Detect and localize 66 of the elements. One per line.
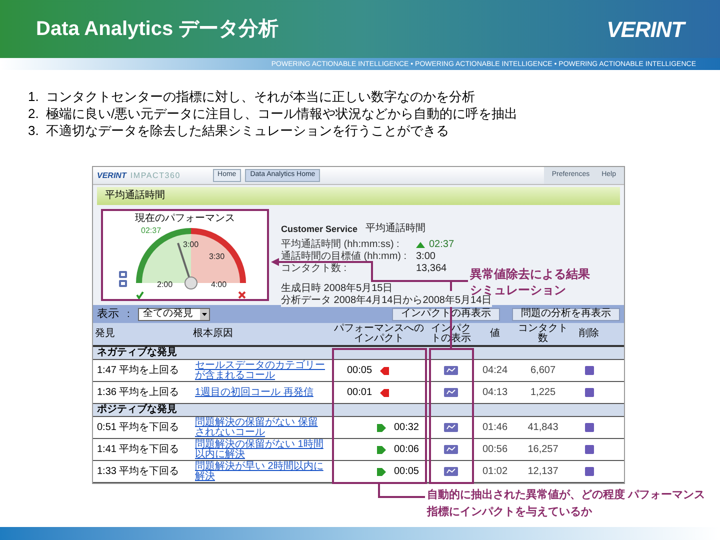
table-cell-text: 1:33 平均を下回る	[96, 466, 180, 476]
annotation-text: 自動的に抽出された異常値が、どの程度 パフォーマンス指標にインパクトを与えているか	[427, 488, 706, 520]
cause-link[interactable]: 1週目の初回コール 再発信	[195, 388, 327, 398]
filter-dropdown[interactable]: 全ての発見	[138, 308, 210, 320]
filter-label: 表示	[97, 306, 119, 322]
metric-label: 平均通話時間 (hh:mm:ss) :	[281, 239, 400, 250]
table-cell-text: 1:41 平均を下回る	[96, 444, 180, 454]
table-cell-text: 41,843	[526, 422, 560, 432]
metric-value: 13,364	[416, 263, 447, 275]
summary-heading: Customer Service	[281, 223, 358, 235]
table-cell-text: 00:56	[481, 444, 509, 454]
group-heading: ポジティブな発見	[96, 405, 178, 415]
dropdown-value: 全ての発見	[142, 309, 193, 319]
bullet-text: コンタクトセンターの指標に対し、それが本当に正しい数字なのかを分析	[46, 88, 475, 105]
summary-subheading: 平均通話時間	[366, 223, 426, 235]
list-number: 2.	[28, 105, 40, 122]
gauge-label: 3:30	[209, 252, 225, 261]
metric-label: コンタクト数 :	[281, 263, 348, 275]
app-logo: VERINT	[97, 170, 126, 182]
gauge-title: 現在のパフォーマンス	[135, 212, 235, 225]
column-header: 発見	[94, 329, 116, 339]
cause-link[interactable]: セールスデータのカテゴリーが含まれるコール	[195, 360, 327, 380]
table-cell-text: 1,225	[529, 388, 557, 398]
table-cell-text: 01:02	[481, 466, 509, 476]
impact-value: 00:05	[394, 466, 419, 476]
gauge-label: 4:00	[211, 280, 227, 289]
table-cell-text: 04:24	[481, 366, 509, 376]
impact-value: 00:01	[347, 388, 372, 398]
impact-value: 00:05	[347, 366, 372, 376]
table-cell-text: 0:51 平均を下回る	[96, 422, 180, 432]
impact-value: 00:32	[394, 422, 419, 432]
column-header: 削除	[578, 329, 600, 339]
brand-logo: VERINT	[606, 16, 684, 44]
gauge-label: 02:37	[141, 226, 162, 235]
group-heading: ネガティブな発見	[96, 348, 178, 358]
column-header: パフォーマンスへのインパクト	[333, 324, 425, 344]
table-cell-text: 6,607	[529, 366, 557, 376]
slide-title: Data Analytics データ分析	[36, 17, 279, 42]
gauge-label: 3:00	[183, 240, 199, 249]
metric-value: 3:00	[416, 251, 436, 263]
column-header: コンタクト数	[517, 324, 569, 344]
impact-value: 00:06	[394, 444, 419, 454]
page-title-bar: 平均通話時間	[97, 187, 620, 205]
toolbar-button[interactable]: 問題の分析を再表示	[512, 308, 620, 320]
generated-date: 生成日時 2008年5月15日	[281, 283, 393, 294]
list-number: 1.	[28, 88, 40, 105]
bullet-text: 極端に良い/悪い元データに注目し、コール情報や状況などから自動的に呼を抽出	[46, 105, 518, 122]
product-name: IMPACT360	[130, 170, 181, 182]
cause-link[interactable]: 問題解決が早い 2時間以内に解決	[195, 462, 327, 482]
filter-separator: :	[127, 308, 130, 322]
table-cell-text: 1:47 平均を上回る	[96, 366, 180, 376]
table-cell-text: 01:46	[481, 422, 509, 432]
table-cell-text: 04:13	[481, 388, 509, 398]
column-header: 値	[489, 329, 501, 339]
table-cell-text: 16,257	[526, 444, 560, 454]
bullet-text: 不適切なデータを除去した結果シミュレーションを行うことができる	[46, 122, 449, 139]
list-number: 3.	[28, 122, 40, 139]
analysis-period: 分析データ 2008年4月14日から2008年5月14日	[281, 295, 492, 307]
metric-label: 通話時間の目標値 (hh:mm) :	[281, 251, 408, 263]
cause-link[interactable]: 問題解決の保留がない 保留されないコール	[195, 418, 327, 438]
gauge-label: 2:00	[157, 280, 173, 289]
metric-value: 02:37	[429, 239, 454, 251]
table-cell-text: 12,137	[526, 466, 560, 476]
table-cell-text: 1:36 平均を上回る	[96, 388, 180, 398]
cause-link[interactable]: 問題解決の保留がない 1時間以内に解決	[195, 440, 327, 460]
column-header: 根本原因	[192, 329, 234, 339]
